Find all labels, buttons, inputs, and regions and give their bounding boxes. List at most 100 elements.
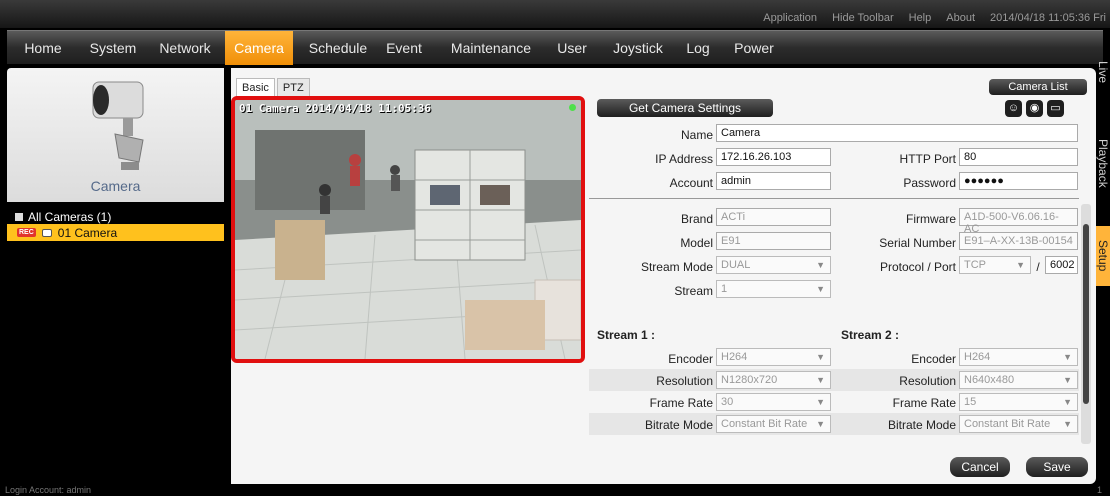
nav-camera[interactable]: Camera xyxy=(225,31,293,65)
camera-title: Camera xyxy=(90,178,141,194)
encoder1-label: Encoder xyxy=(668,352,713,366)
tab-ptz[interactable]: PTZ xyxy=(276,78,310,98)
stream-mode-select[interactable]: DUAL ▼ xyxy=(716,256,831,274)
encoder1-select[interactable]: H264 ▼ xyxy=(716,348,831,366)
sub-tabs: Basic PTZ xyxy=(236,78,310,98)
palette-icon[interactable]: ◉ xyxy=(1026,100,1043,117)
account-field[interactable]: admin xyxy=(716,172,831,190)
stream-label: Stream xyxy=(674,284,713,298)
nav-maintenance[interactable]: Maintenance xyxy=(445,31,537,65)
login-account-text: Login Account: admin xyxy=(5,485,92,495)
framerate1-select[interactable]: 30 ▼ xyxy=(716,393,831,411)
rec-badge: REC xyxy=(17,228,36,237)
camera-settings-form: Get Camera Settings ☺ ◉ ▭ Name Camera IP… xyxy=(589,96,1086,446)
nav-home[interactable]: Home xyxy=(19,31,67,65)
stream-value: 1 xyxy=(721,283,728,295)
status-bar: Login Account: admin 1 xyxy=(0,484,1110,496)
app-window: Application Hide Toolbar Help About 2014… xyxy=(0,0,1110,496)
protocol-port-label: Protocol / Port xyxy=(879,260,956,274)
get-camera-settings-button[interactable]: Get Camera Settings xyxy=(597,99,773,117)
camera-icon xyxy=(92,81,144,170)
stream-mode-value: DUAL xyxy=(721,259,751,271)
tab-basic[interactable]: Basic xyxy=(236,78,275,98)
tree-item-camera-01[interactable]: REC 01 Camera xyxy=(7,224,224,241)
live-video-preview: 01 Camera 2014/04/18 11:05:36 xyxy=(231,96,585,363)
protocol-separator: / xyxy=(1036,260,1040,274)
chevron-down-icon: ▼ xyxy=(1063,419,1072,429)
port-field[interactable]: 6002 xyxy=(1045,256,1078,274)
side-tab-live[interactable]: Live xyxy=(1096,54,1110,90)
chevron-down-icon: ▼ xyxy=(1063,397,1072,407)
collapse-icon[interactable] xyxy=(15,213,23,221)
chevron-down-icon: ▼ xyxy=(816,352,825,362)
resolution2-label: Resolution xyxy=(899,374,956,388)
serial-number-label: Serial Number xyxy=(879,236,956,250)
nav-user[interactable]: User xyxy=(552,31,592,65)
resolution2-select[interactable]: N640x480 ▼ xyxy=(959,371,1078,389)
framerate2-value: 15 xyxy=(964,396,977,408)
name-label: Name xyxy=(680,128,713,142)
framerate1-value: 30 xyxy=(721,396,734,408)
live-status-dot xyxy=(569,104,576,111)
framerate1-label: Frame Rate xyxy=(649,396,713,410)
hide-toolbar-link[interactable]: Hide Toolbar xyxy=(832,12,894,24)
camera-small-icon xyxy=(41,228,52,237)
model-label: Model xyxy=(680,236,713,250)
password-field[interactable]: ●●●●●● xyxy=(959,172,1078,190)
nav-joystick[interactable]: Joystick xyxy=(607,31,669,65)
window-icon[interactable]: ▭ xyxy=(1047,100,1064,117)
nav-network[interactable]: Network xyxy=(153,31,217,65)
side-tab-playback[interactable]: Playback xyxy=(1096,130,1110,196)
bitrate2-value: Constant Bit Rate xyxy=(964,418,1051,430)
chevron-down-icon: ▼ xyxy=(1063,375,1072,385)
camera-info-panel: Camera xyxy=(7,68,224,202)
application-link[interactable]: Application xyxy=(763,12,817,24)
resolution2-value: N640x480 xyxy=(964,374,1015,386)
nav-power[interactable]: Power xyxy=(731,31,777,65)
model-field: E91 xyxy=(716,232,831,250)
about-link[interactable]: About xyxy=(946,12,975,24)
office-scene-image xyxy=(235,100,581,359)
chevron-down-icon: ▼ xyxy=(1016,260,1025,270)
bitrate1-label: Bitrate Mode xyxy=(644,418,713,432)
resolution1-select[interactable]: N1280x720 ▼ xyxy=(716,371,831,389)
encoder2-select[interactable]: H264 ▼ xyxy=(959,348,1078,366)
resolution1-label: Resolution xyxy=(656,374,713,388)
brand-label: Brand xyxy=(680,212,713,226)
bitrate2-select[interactable]: Constant Bit Rate ▼ xyxy=(959,415,1078,433)
camera-list-button[interactable]: Camera List xyxy=(989,79,1087,95)
encoder2-value: H264 xyxy=(964,351,991,363)
nav-system[interactable]: System xyxy=(83,31,143,65)
cancel-button[interactable]: Cancel xyxy=(950,457,1010,477)
http-port-field[interactable]: 80 xyxy=(959,148,1078,166)
bitrate1-value: Constant Bit Rate xyxy=(721,418,808,430)
side-tab-setup[interactable]: Setup xyxy=(1096,226,1110,286)
tree-root-all-cameras[interactable]: All Cameras (1) xyxy=(15,210,111,224)
nav-log[interactable]: Log xyxy=(683,31,713,65)
protocol-value: TCP xyxy=(964,259,986,271)
help-link[interactable]: Help xyxy=(909,12,932,24)
nav-schedule[interactable]: Schedule xyxy=(305,31,371,65)
ip-address-field[interactable]: 172.16.26.103 xyxy=(716,148,831,166)
scrollbar-thumb[interactable] xyxy=(1083,224,1089,404)
brand-field: ACTi xyxy=(716,208,831,226)
page-indicator: 1 xyxy=(1096,485,1102,495)
bitrate1-select[interactable]: Constant Bit Rate ▼ xyxy=(716,415,831,433)
stream1-title: Stream 1 : xyxy=(597,328,656,342)
stream2-title: Stream 2 : xyxy=(841,328,900,342)
person-icon[interactable]: ☺ xyxy=(1005,100,1022,117)
tree-root-label: All Cameras (1) xyxy=(28,210,112,224)
http-port-label: HTTP Port xyxy=(899,152,956,166)
stream-select[interactable]: 1 ▼ xyxy=(716,280,831,298)
protocol-select[interactable]: TCP ▼ xyxy=(959,256,1031,274)
bitrate2-label: Bitrate Mode xyxy=(887,418,956,432)
camera-tree: All Cameras (1) REC 01 Camera xyxy=(7,204,224,484)
chevron-down-icon: ▼ xyxy=(816,260,825,270)
nav-event[interactable]: Event xyxy=(381,31,427,65)
save-button[interactable]: Save xyxy=(1026,457,1088,477)
divider xyxy=(589,198,1079,199)
name-field[interactable]: Camera xyxy=(716,124,1078,142)
framerate2-select[interactable]: 15 ▼ xyxy=(959,393,1078,411)
settings-scrollbar[interactable] xyxy=(1081,204,1091,444)
chevron-down-icon: ▼ xyxy=(816,419,825,429)
